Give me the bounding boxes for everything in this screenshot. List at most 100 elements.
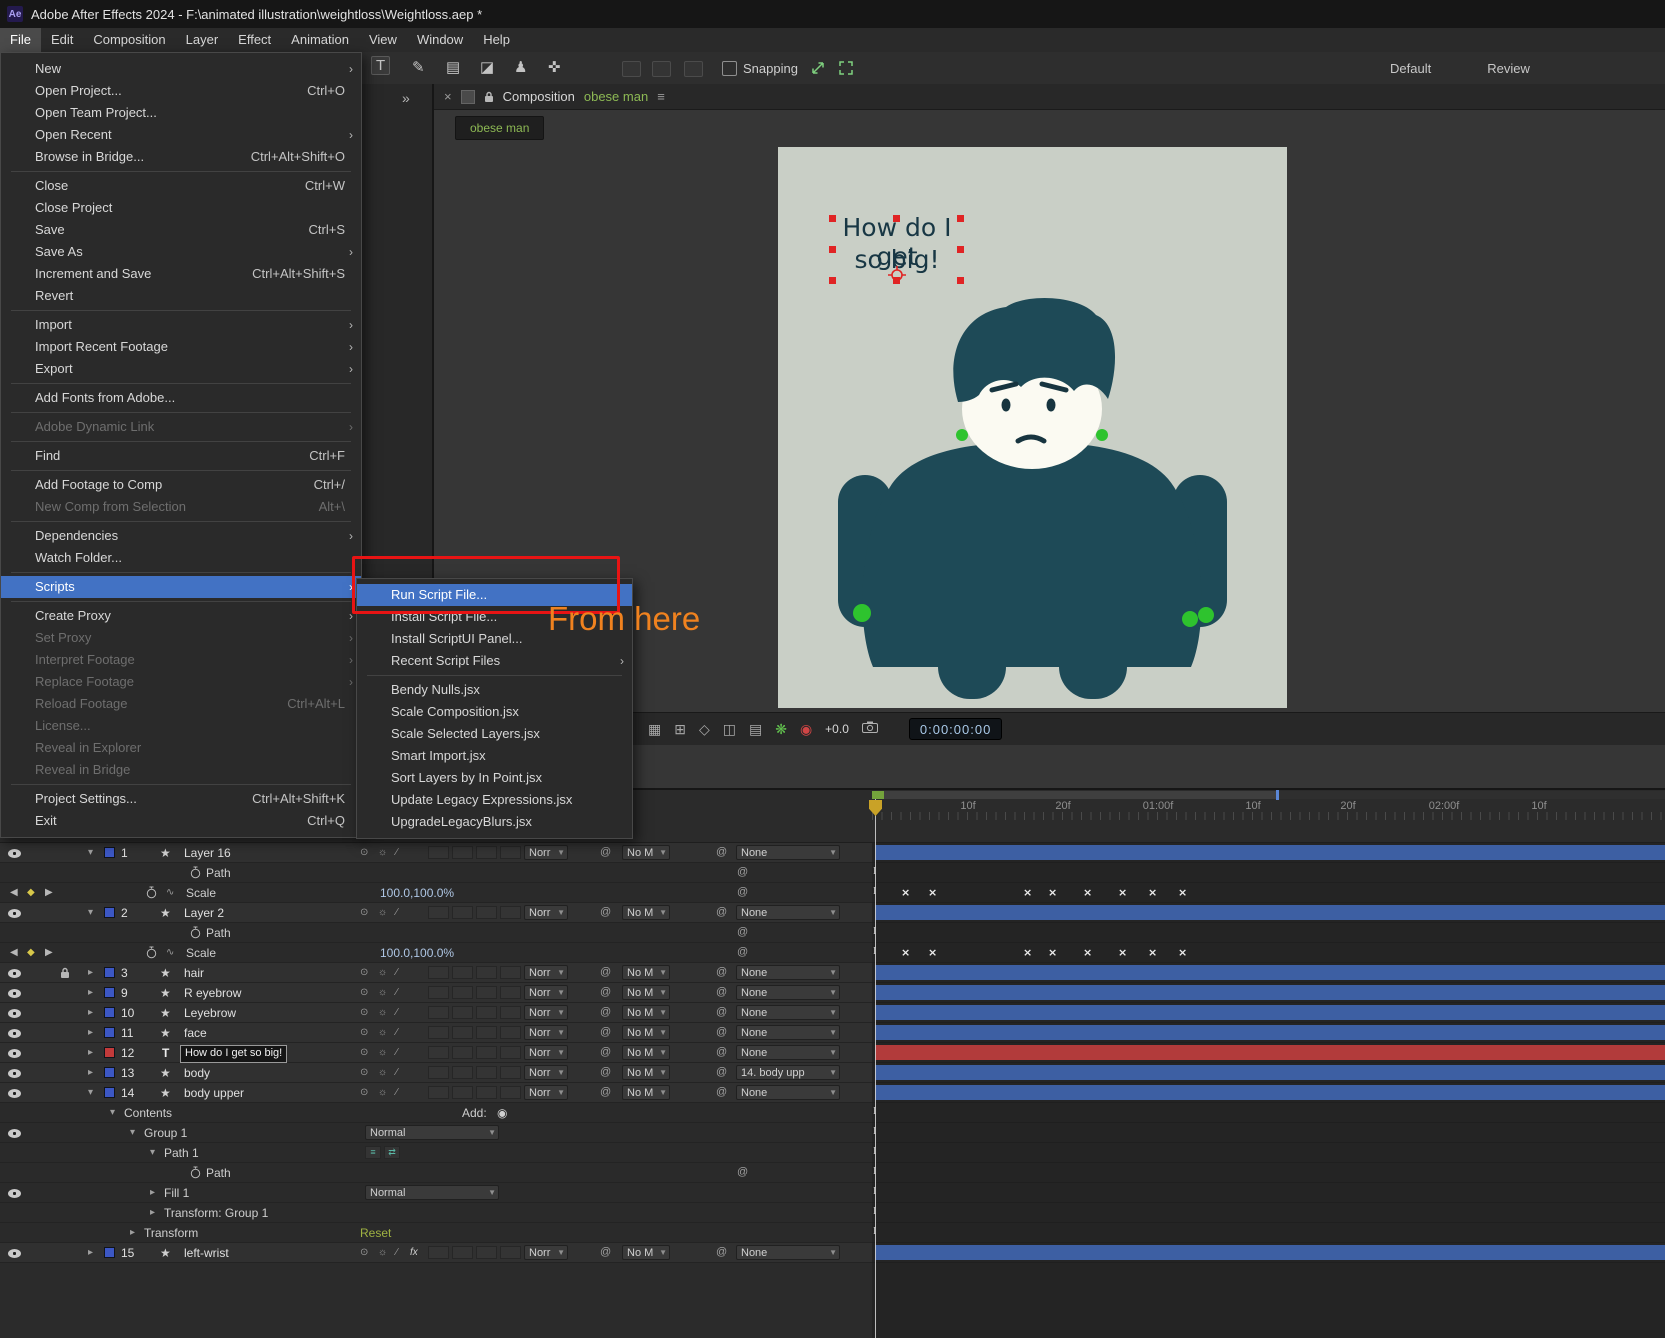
- collapse-switch-icon[interactable]: ☼: [378, 1067, 387, 1078]
- work-area-start-handle[interactable]: [872, 791, 884, 799]
- keyframe-icon[interactable]: ×: [1178, 886, 1187, 899]
- switch-cell[interactable]: [428, 846, 449, 859]
- next-keyframe-icon[interactable]: ▶: [45, 947, 53, 958]
- blend-mode-select[interactable]: Norr ▼: [524, 1005, 568, 1020]
- shy-switch-icon[interactable]: ⊙: [360, 1067, 368, 1078]
- add-menu-icon[interactable]: ◉: [497, 1106, 507, 1120]
- track-matte-select[interactable]: No M ▼: [622, 1065, 670, 1080]
- switch-cell[interactable]: [452, 1246, 473, 1259]
- menubar-item-window[interactable]: Window: [407, 28, 473, 52]
- menubar-item-help[interactable]: Help: [473, 28, 520, 52]
- menubar-item-composition[interactable]: Composition: [83, 28, 175, 52]
- layer-color-chip[interactable]: [104, 1047, 115, 1058]
- expand-chevron-icon[interactable]: ▾: [130, 1127, 135, 1138]
- eraser-tool-icon[interactable]: ◪: [480, 58, 494, 76]
- switch-cell[interactable]: [476, 906, 497, 919]
- timeline-track-row[interactable]: [872, 963, 1665, 983]
- pickwhip-icon[interactable]: @: [737, 946, 748, 958]
- timeline-track-row[interactable]: [872, 1063, 1665, 1083]
- group-name[interactable]: Group 1: [144, 1126, 187, 1140]
- group-row[interactable]: ▸ Transform Reset: [0, 1223, 872, 1243]
- switch-cell[interactable]: [476, 1066, 497, 1079]
- shy-switch-icon[interactable]: ⊙: [360, 1027, 368, 1038]
- roto-brush-tool-icon[interactable]: ♟: [514, 58, 527, 76]
- previous-keyframe-icon[interactable]: ◀: [10, 887, 18, 898]
- switch-cell[interactable]: [452, 1006, 473, 1019]
- file-menu-item-scripts[interactable]: Scripts ›: [1, 576, 361, 598]
- layer-row[interactable]: ▾ 1 ★ Layer 16 ⊙ ☼ ∕ Norr ▼ @ No M ▼ @ None ▼: [0, 843, 872, 863]
- layer-color-chip[interactable]: [104, 1087, 115, 1098]
- pickwhip-icon[interactable]: @: [600, 846, 611, 858]
- pickwhip-icon[interactable]: @: [600, 966, 611, 978]
- timeline-track-row[interactable]: I: [872, 1183, 1665, 1203]
- visibility-eye-icon[interactable]: [8, 989, 21, 998]
- layer-color-chip[interactable]: [104, 987, 115, 998]
- timeline-track-row[interactable]: [872, 1043, 1665, 1063]
- guides-icon[interactable]: ◫: [723, 721, 736, 738]
- switch-cell[interactable]: [476, 986, 497, 999]
- layer-duration-bar[interactable]: [875, 1025, 1665, 1040]
- panel-menu-icon[interactable]: ≡: [657, 89, 665, 104]
- blend-mode-select[interactable]: Norr ▼: [524, 1045, 568, 1060]
- snapping-checkbox[interactable]: [722, 61, 737, 76]
- keyframe-diamond-icon[interactable]: ◆: [27, 947, 35, 958]
- scripts-menu-item-scale-composition-jsx[interactable]: Scale Composition.jsx: [357, 701, 632, 723]
- scripts-menu-item-sort-layers-by-in-point-jsx[interactable]: Sort Layers by In Point.jsx: [357, 767, 632, 789]
- clone-stamp-tool-icon[interactable]: ▤: [446, 58, 460, 76]
- file-menu-item-import-recent-footage[interactable]: Import Recent Footage ›: [1, 336, 361, 358]
- selection-handle[interactable]: [957, 246, 964, 253]
- timeline-ruler[interactable]: 10f 20f 01:00f 10f 20f 02:00f 10f: [872, 790, 1665, 843]
- shy-switch-icon[interactable]: ⊙: [360, 847, 368, 858]
- blend-mode-select[interactable]: Norr ▼: [524, 1065, 568, 1080]
- property-name[interactable]: Scale: [186, 886, 216, 900]
- expand-chevron-icon[interactable]: ▸: [88, 987, 93, 998]
- collapse-switch-icon[interactable]: ☼: [378, 847, 387, 858]
- parent-select[interactable]: None ▼: [736, 905, 840, 920]
- parent-select[interactable]: None ▼: [736, 965, 840, 980]
- blend-mode-select[interactable]: Norr ▼: [524, 985, 568, 1000]
- property-row[interactable]: Path @: [0, 923, 872, 943]
- pickwhip-icon[interactable]: @: [716, 986, 727, 998]
- expand-chevron-icon[interactable]: ▾: [88, 847, 93, 858]
- layer-row[interactable]: ▸ 12 T How do I get so big! ⊙ ☼ ∕ Norr ▼ @ No M ▼ @ N…: [0, 1043, 872, 1063]
- pickwhip-icon[interactable]: @: [600, 1006, 611, 1018]
- collapse-switch-icon[interactable]: ☼: [378, 907, 387, 918]
- parent-select[interactable]: None ▼: [736, 1005, 840, 1020]
- snapshot-camera-icon[interactable]: [861, 720, 878, 738]
- file-menu-item-exit[interactable]: Exit Ctrl+Q: [1, 810, 361, 832]
- pickwhip-icon[interactable]: @: [716, 1066, 727, 1078]
- layer-row[interactable]: ▸ 3 ★ hair ⊙ ☼ ∕ Norr ▼ @ No M ▼ @ None ▼: [0, 963, 872, 983]
- composition-name[interactable]: obese man: [584, 89, 648, 104]
- close-panel-icon[interactable]: ×: [444, 89, 452, 104]
- blend-mode-select[interactable]: Norr ▼: [524, 1025, 568, 1040]
- timeline-track-row[interactable]: [872, 1243, 1665, 1263]
- scripts-menu-item-scale-selected-layers-jsx[interactable]: Scale Selected Layers.jsx: [357, 723, 632, 745]
- timeline-track-row[interactable]: [872, 983, 1665, 1003]
- file-menu-item-project-settings[interactable]: Project Settings... Ctrl+Alt+Shift+K: [1, 788, 361, 810]
- switch-cell[interactable]: [476, 1246, 497, 1259]
- effects-switch-icon[interactable]: fx: [410, 1247, 418, 1258]
- pickwhip-icon[interactable]: @: [716, 1046, 727, 1058]
- expand-chevron-icon[interactable]: ▾: [110, 1107, 115, 1118]
- property-row[interactable]: Path @: [0, 863, 872, 883]
- brush-tool-icon[interactable]: ✎: [412, 58, 425, 76]
- exposure-value[interactable]: +0.0: [825, 722, 849, 736]
- pickwhip-icon[interactable]: @: [716, 1026, 727, 1038]
- pickwhip-icon[interactable]: @: [716, 906, 727, 918]
- layer-color-chip[interactable]: [104, 847, 115, 858]
- switch-cell[interactable]: [500, 846, 521, 859]
- selection-handle[interactable]: [829, 215, 836, 222]
- blend-mode-select[interactable]: Norr ▼: [524, 1245, 568, 1260]
- expand-chevron-icon[interactable]: ▸: [88, 967, 93, 978]
- switch-cell[interactable]: [428, 986, 449, 999]
- selection-handle[interactable]: [893, 215, 900, 222]
- selection-handle[interactable]: [957, 215, 964, 222]
- file-menu-item-open-recent[interactable]: Open Recent ›: [1, 124, 361, 146]
- pickwhip-icon[interactable]: @: [716, 1086, 727, 1098]
- layer-name[interactable]: left-wrist: [184, 1246, 229, 1260]
- expand-chevron-icon[interactable]: ▸: [130, 1227, 135, 1238]
- file-menu-item-watch-folder[interactable]: Watch Folder...: [1, 547, 361, 569]
- expand-arrows-icon[interactable]: [810, 60, 826, 76]
- graph-icon[interactable]: ∿: [166, 887, 174, 898]
- switch-cell[interactable]: [428, 906, 449, 919]
